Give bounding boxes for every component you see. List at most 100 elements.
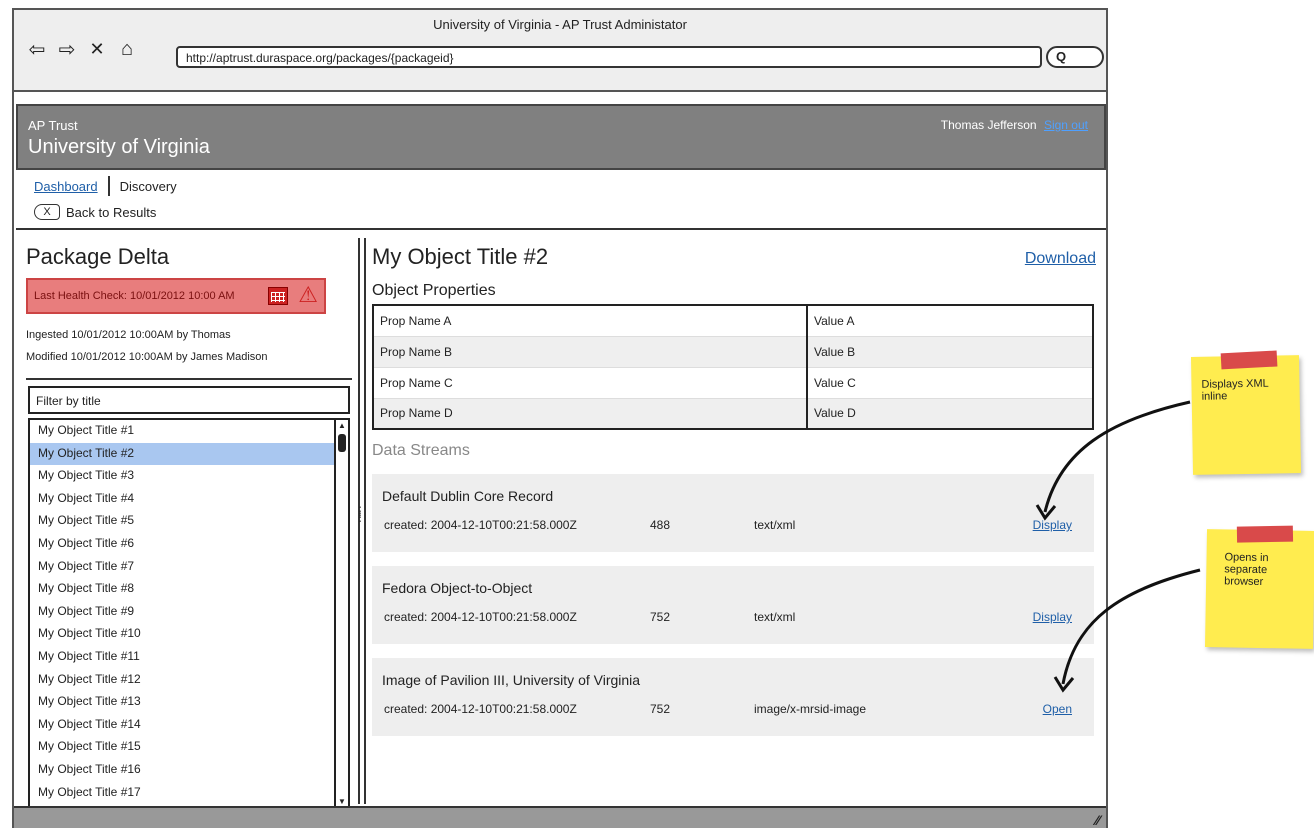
- list-item[interactable]: My Object Title #1: [30, 420, 334, 443]
- sub-navigation: Dashboard Discovery: [34, 176, 177, 196]
- stream-open-link[interactable]: Open: [1043, 702, 1072, 716]
- note-tape: [1220, 350, 1278, 370]
- nav-divider: [107, 176, 110, 196]
- health-check-alert: Last Health Check: 10/01/2012 10:00 AM ⚠: [26, 278, 326, 314]
- list-item[interactable]: My Object Title #9: [30, 601, 334, 624]
- property-row: Prop Name D Value D: [373, 398, 1093, 430]
- property-value: Value B: [806, 336, 1093, 368]
- browser-window: University of Virginia - AP Trust Admini…: [12, 8, 1108, 828]
- health-check-text: Last Health Check: 10/01/2012 10:00 AM: [34, 290, 235, 302]
- status-bar: ⁄⁄: [14, 806, 1106, 828]
- property-name: Prop Name C: [373, 367, 807, 399]
- stream-size: 488: [650, 518, 671, 532]
- list-item[interactable]: My Object Title #6: [30, 533, 334, 556]
- list-item[interactable]: My Object Title #15: [30, 736, 334, 759]
- address-bar[interactable]: http://aptrust.duraspace.org/packages/{p…: [176, 46, 1042, 68]
- list-item[interactable]: My Object Title #17: [30, 782, 334, 805]
- back-to-results-button[interactable]: X Back to Results: [34, 204, 156, 220]
- package-title: Package Delta: [26, 244, 170, 269]
- list-item[interactable]: My Object Title #8: [30, 578, 334, 601]
- modified-info: Modified 10/01/2012 10:00AM by James Mad…: [26, 351, 268, 363]
- property-name: Prop Name B: [373, 336, 807, 368]
- search-field[interactable]: Q: [1046, 46, 1104, 68]
- stream-name: Fedora Object-to-Object: [382, 580, 533, 596]
- splitter-grip-icon[interactable]: ⋮ ⋮: [354, 505, 366, 523]
- stream-display-link[interactable]: Display: [1033, 518, 1072, 532]
- package-panel: Package Delta Last Health Check: 10/01/2…: [26, 238, 352, 810]
- stream-created: created: 2004-12-10T00:21:58.000Z: [384, 610, 577, 624]
- note-text: Displays XML inline: [1201, 377, 1269, 403]
- stream-size: 752: [650, 702, 671, 716]
- property-name: Prop Name D: [373, 398, 807, 430]
- dashboard-link[interactable]: Dashboard: [34, 179, 98, 194]
- scroll-up-icon[interactable]: ▲: [337, 421, 347, 431]
- property-row: Prop Name C Value C: [373, 367, 1093, 399]
- list-item[interactable]: My Object Title #10: [30, 623, 334, 646]
- object-list[interactable]: My Object Title #1 My Object Title #2 My O…: [28, 418, 350, 810]
- note-text: Opens in separate browser: [1224, 551, 1269, 589]
- list-item[interactable]: My Object Title #14: [30, 714, 334, 737]
- property-value: Value D: [806, 398, 1093, 430]
- list-item[interactable]: My Object Title #16: [30, 759, 334, 782]
- data-stream-card: Default Dublin Core Record created: 2004-…: [372, 474, 1094, 552]
- back-arrow-icon[interactable]: ⇦: [26, 38, 48, 61]
- discovery-link[interactable]: Discovery: [120, 179, 177, 194]
- user-name: Thomas Jefferson: [940, 118, 1037, 132]
- data-streams-list: Default Dublin Core Record created: 2004-…: [372, 474, 1096, 736]
- resize-grip-icon[interactable]: ⁄⁄: [1095, 812, 1100, 828]
- property-name: Prop Name A: [373, 305, 807, 337]
- data-streams-heading: Data Streams: [372, 442, 470, 459]
- ingested-info: Ingested 10/01/2012 10:00AM by Thomas: [26, 329, 231, 341]
- search-icon: Q: [1056, 49, 1067, 64]
- list-item[interactable]: My Object Title #3: [30, 465, 334, 488]
- window-title: University of Virginia - AP Trust Admini…: [433, 17, 687, 32]
- list-scrollbar[interactable]: ▲ ▼: [334, 420, 348, 808]
- list-item[interactable]: My Object Title #12: [30, 669, 334, 692]
- stream-display-link[interactable]: Display: [1033, 610, 1072, 624]
- list-item[interactable]: My Object Title #13: [30, 691, 334, 714]
- warning-icon: ⚠: [298, 282, 318, 307]
- org-name: AP Trust: [28, 118, 78, 133]
- stream-name: Image of Pavilion III, University of Vir…: [382, 672, 641, 688]
- list-item[interactable]: My Object Title #7: [30, 556, 334, 579]
- sign-out-link[interactable]: Sign out: [1044, 118, 1088, 132]
- download-link[interactable]: Download: [1025, 250, 1096, 268]
- scroll-thumb[interactable]: [338, 434, 346, 452]
- stream-mime: image/x-mrsid-image: [754, 702, 867, 716]
- panel-divider: [26, 378, 352, 380]
- home-icon[interactable]: ⌂: [116, 38, 138, 60]
- stop-icon[interactable]: ✕: [86, 38, 108, 60]
- list-item[interactable]: My Object Title #5: [30, 510, 334, 533]
- stream-mime: text/xml: [754, 610, 796, 624]
- calendar-icon[interactable]: [268, 287, 288, 305]
- title-bar: University of Virginia - AP Trust Admini…: [14, 10, 1106, 92]
- list-item[interactable]: My Object Title #2: [30, 442, 334, 466]
- property-row: Prop Name B Value B: [373, 336, 1093, 368]
- panel-splitter[interactable]: ⋮ ⋮: [354, 238, 366, 804]
- list-item[interactable]: My Object Title #11: [30, 646, 334, 669]
- stream-created: created: 2004-12-10T00:21:58.000Z: [384, 518, 577, 532]
- package-meta: Ingested 10/01/2012 10:00AM by Thomas Mo…: [26, 324, 352, 368]
- list-item[interactable]: My Object Title #4: [30, 488, 334, 511]
- filter-input[interactable]: Filter by title: [28, 386, 350, 414]
- institution-name: University of Virginia: [28, 136, 210, 158]
- object-list-items: My Object Title #1 My Object Title #2 My O…: [30, 420, 334, 804]
- user-area: Thomas Jefferson Sign out: [941, 118, 1088, 132]
- stream-mime: text/xml: [754, 518, 796, 532]
- property-row: Prop Name A Value A: [373, 305, 1093, 337]
- properties-table: Prop Name A Value A Prop Name B Value B Prop…: [372, 304, 1094, 430]
- sticky-note-open: Opens in separate browser: [1204, 525, 1314, 649]
- object-detail: My Object Title #2 Download Object Prope…: [372, 238, 1096, 736]
- property-value: Value A: [806, 305, 1093, 337]
- stream-created: created: 2004-12-10T00:21:58.000Z: [384, 702, 577, 716]
- object-title: My Object Title #2: [372, 244, 549, 269]
- stream-name: Default Dublin Core Record: [382, 488, 554, 504]
- app-header: AP Trust University of Virginia Thomas J…: [16, 104, 1106, 170]
- forward-arrow-icon[interactable]: ⇨: [56, 38, 78, 61]
- sticky-note-display: Displays XML inline: [1190, 350, 1302, 475]
- browser-nav-buttons: ⇦ ⇨ ✕ ⌂: [26, 38, 138, 61]
- note-tape: [1236, 525, 1294, 543]
- data-stream-card: Image of Pavilion III, University of Vir…: [372, 658, 1094, 736]
- header-divider: [16, 228, 1106, 230]
- data-stream-card: Fedora Object-to-Object created: 2004-12-…: [372, 566, 1094, 644]
